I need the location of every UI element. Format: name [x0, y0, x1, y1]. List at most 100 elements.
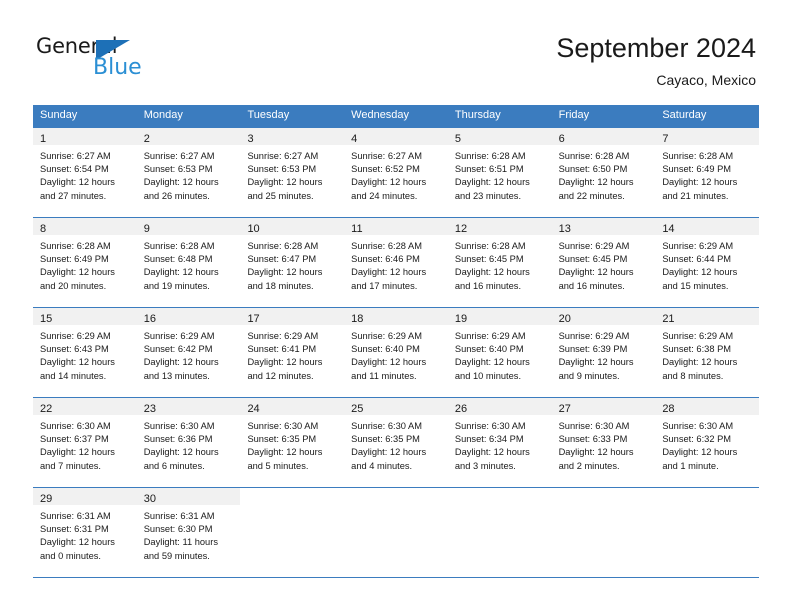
daylight-duration-line1: Daylight: 12 hours [247, 267, 323, 278]
sunset-time: Sunset: 6:54 PM [40, 164, 109, 175]
day-number: 29 [40, 493, 53, 505]
calendar-day-cell[interactable]: 6 Sunrise: 6:28 AM Sunset: 6:50 PM Daylight… [551, 128, 656, 217]
calendar-day-cell[interactable]: 12 Sunrise: 6:28 AM Sunset: 6:45 PM Dayligh… [447, 218, 552, 307]
day-number: 12 [454, 223, 468, 235]
day-number: 23 [143, 403, 156, 415]
calendar-table: Sunday Monday Tuesday Wednesday Thursday… [33, 105, 760, 578]
day-number: 15 [40, 313, 53, 325]
sunset-time: Sunset: 6:44 PM [662, 254, 732, 265]
calendar-day-cell[interactable]: 24 Sunrise: 6:30 AM Sunset: 6:35 PM Dayligh… [240, 398, 345, 487]
calendar-day-cell[interactable]: 13 Sunrise: 6:29 AM Sunset: 6:45 PM Dayligh… [551, 218, 656, 307]
daylight-duration-line1: Daylight: 12 hours [662, 447, 738, 458]
dow-header-monday: Monday [143, 109, 183, 121]
sunrise-time: Sunrise: 6:30 AM [143, 421, 215, 431]
day-details: Sunrise: 6:28 AM Sunset: 6:47 PM Daylight:… [240, 235, 344, 293]
day-number: 4 [351, 133, 358, 145]
sunrise-time: Sunrise: 6:29 AM [662, 331, 734, 341]
daylight-duration-line2: and 8 minutes. [662, 370, 724, 381]
day-details [344, 505, 448, 510]
day-number: 24 [247, 403, 260, 415]
daylight-duration-line1: Daylight: 12 hours [662, 357, 738, 368]
day-details: Sunrise: 6:30 AM Sunset: 6:32 PM Daylight:… [655, 415, 759, 473]
calendar-day-cell[interactable]: 15 Sunrise: 6:29 AM Sunset: 6:43 PM Dayligh… [33, 308, 137, 397]
calendar-day-cell[interactable]: 23 Sunrise: 6:30 AM Sunset: 6:36 PM Dayligh… [136, 398, 241, 487]
day-details: Sunrise: 6:29 AM Sunset: 6:39 PM Daylight:… [552, 325, 656, 383]
daylight-duration-line2: and 4 minutes. [351, 460, 413, 471]
calendar-day-cell[interactable]: 1 Sunrise: 6:27 AM Sunset: 6:54 PM Daylight… [33, 128, 137, 217]
calendar-day-cell[interactable]: 17 Sunrise: 6:29 AM Sunset: 6:41 PM Dayligh… [240, 308, 345, 397]
sunset-time: Sunset: 6:32 PM [662, 434, 732, 445]
calendar-day-cell[interactable]: 19 Sunrise: 6:29 AM Sunset: 6:40 PM Dayligh… [447, 308, 552, 397]
calendar-day-cell[interactable]: 21 Sunrise: 6:29 AM Sunset: 6:38 PM Dayligh… [655, 308, 760, 397]
day-number-band: 6 [551, 128, 656, 145]
day-number-band: 13 [551, 218, 656, 235]
day-number-band: 9 [136, 218, 241, 235]
day-number-band: 28 [655, 398, 760, 415]
daylight-duration-line2: and 5 minutes. [247, 460, 309, 471]
sunset-time: Sunset: 6:34 PM [454, 434, 524, 445]
sunset-time: Sunset: 6:43 PM [40, 344, 109, 355]
sunrise-time: Sunrise: 6:29 AM [247, 331, 319, 341]
day-number: 3 [247, 133, 254, 145]
sunrise-time: Sunrise: 6:31 AM [40, 511, 111, 521]
calendar-day-cell[interactable]: 11 Sunrise: 6:28 AM Sunset: 6:46 PM Dayligh… [344, 218, 448, 307]
daylight-duration-line1: Daylight: 12 hours [558, 177, 634, 188]
daylight-duration-line1: Daylight: 12 hours [40, 177, 115, 188]
calendar-day-cell[interactable]: 3 Sunrise: 6:27 AM Sunset: 6:53 PM Daylight… [240, 128, 345, 217]
sunset-time: Sunset: 6:35 PM [247, 434, 317, 445]
calendar-day-cell[interactable]: 30 Sunrise: 6:31 AM Sunset: 6:30 PM Dayligh… [136, 488, 241, 577]
calendar-day-cell[interactable]: 18 Sunrise: 6:29 AM Sunset: 6:40 PM Dayligh… [344, 308, 448, 397]
day-details: Sunrise: 6:28 AM Sunset: 6:51 PM Daylight:… [448, 145, 552, 203]
day-details: Sunrise: 6:29 AM Sunset: 6:45 PM Daylight:… [552, 235, 656, 293]
calendar-day-cell[interactable]: 16 Sunrise: 6:29 AM Sunset: 6:42 PM Dayligh… [136, 308, 241, 397]
title-block: September 2024 Cayaco, Mexico [556, 32, 756, 90]
calendar-day-cell[interactable]: 26 Sunrise: 6:30 AM Sunset: 6:34 PM Dayligh… [447, 398, 552, 487]
day-details: Sunrise: 6:30 AM Sunset: 6:35 PM Daylight:… [344, 415, 448, 473]
day-number-band: 5 [447, 128, 552, 145]
sunset-time: Sunset: 6:33 PM [558, 434, 628, 445]
calendar-day-cell[interactable]: 14 Sunrise: 6:29 AM Sunset: 6:44 PM Dayligh… [655, 218, 760, 307]
calendar-day-cell[interactable]: 10 Sunrise: 6:28 AM Sunset: 6:47 PM Dayligh… [240, 218, 345, 307]
sunset-time: Sunset: 6:47 PM [247, 254, 317, 265]
calendar-day-cell[interactable]: 2 Sunrise: 6:27 AM Sunset: 6:53 PM Daylight… [136, 128, 241, 217]
calendar-day-cell[interactable]: 22 Sunrise: 6:30 AM Sunset: 6:37 PM Dayligh… [33, 398, 137, 487]
day-number: 7 [662, 133, 669, 145]
calendar-day-cell[interactable]: 9 Sunrise: 6:28 AM Sunset: 6:48 PM Daylight… [136, 218, 241, 307]
day-number-band: 4 [344, 128, 448, 145]
calendar-day-cell[interactable]: 8 Sunrise: 6:28 AM Sunset: 6:49 PM Daylight… [33, 218, 137, 307]
daylight-duration-line2: and 26 minutes. [143, 190, 210, 201]
daylight-duration-line2: and 10 minutes. [454, 370, 522, 381]
calendar-day-cell-empty [551, 488, 656, 577]
day-number-band: 22 [33, 398, 137, 415]
daylight-duration-line2: and 0 minutes. [40, 550, 101, 561]
sunset-time: Sunset: 6:52 PM [351, 164, 420, 175]
calendar-week-row: 15 Sunrise: 6:29 AM Sunset: 6:43 PM Dayligh… [33, 307, 760, 397]
calendar-day-cell[interactable]: 29 Sunrise: 6:31 AM Sunset: 6:31 PM Dayligh… [33, 488, 137, 577]
dow-header-thursday: Thursday [454, 109, 501, 121]
sunset-time: Sunset: 6:42 PM [143, 344, 213, 355]
day-number-band: 27 [551, 398, 656, 415]
daylight-duration-line2: and 12 minutes. [247, 370, 314, 381]
sunrise-time: Sunrise: 6:28 AM [247, 241, 319, 251]
sunset-time: Sunset: 6:45 PM [558, 254, 628, 265]
daylight-duration-line2: and 25 minutes. [247, 190, 314, 201]
calendar-day-cell[interactable]: 7 Sunrise: 6:28 AM Sunset: 6:49 PM Daylight… [655, 128, 760, 217]
calendar-day-cell[interactable]: 25 Sunrise: 6:30 AM Sunset: 6:35 PM Dayligh… [344, 398, 448, 487]
day-number-band: 29 [33, 488, 137, 505]
day-number-band: 12 [447, 218, 552, 235]
day-details: Sunrise: 6:29 AM Sunset: 6:42 PM Daylight:… [137, 325, 241, 383]
day-of-week-header-row: Sunday Monday Tuesday Wednesday Thursday… [33, 105, 759, 127]
calendar-day-cell[interactable]: 20 Sunrise: 6:29 AM Sunset: 6:39 PM Dayligh… [551, 308, 656, 397]
daylight-duration-line1: Daylight: 12 hours [143, 357, 219, 368]
dow-header-saturday: Saturday [662, 109, 707, 121]
calendar-day-cell[interactable]: 4 Sunrise: 6:27 AM Sunset: 6:52 PM Daylight… [344, 128, 448, 217]
sunrise-time: Sunrise: 6:28 AM [143, 241, 215, 251]
general-blue-logo[interactable]: General Blue [36, 34, 236, 84]
day-details: Sunrise: 6:28 AM Sunset: 6:50 PM Daylight:… [552, 145, 656, 203]
sunset-time: Sunset: 6:37 PM [40, 434, 109, 445]
calendar-day-cell[interactable]: 27 Sunrise: 6:30 AM Sunset: 6:33 PM Dayligh… [551, 398, 656, 487]
day-details: Sunrise: 6:29 AM Sunset: 6:40 PM Daylight:… [344, 325, 448, 383]
day-details: Sunrise: 6:30 AM Sunset: 6:35 PM Daylight:… [240, 415, 344, 473]
calendar-day-cell[interactable]: 28 Sunrise: 6:30 AM Sunset: 6:32 PM Dayligh… [655, 398, 760, 487]
calendar-day-cell[interactable]: 5 Sunrise: 6:28 AM Sunset: 6:51 PM Daylight… [447, 128, 552, 217]
